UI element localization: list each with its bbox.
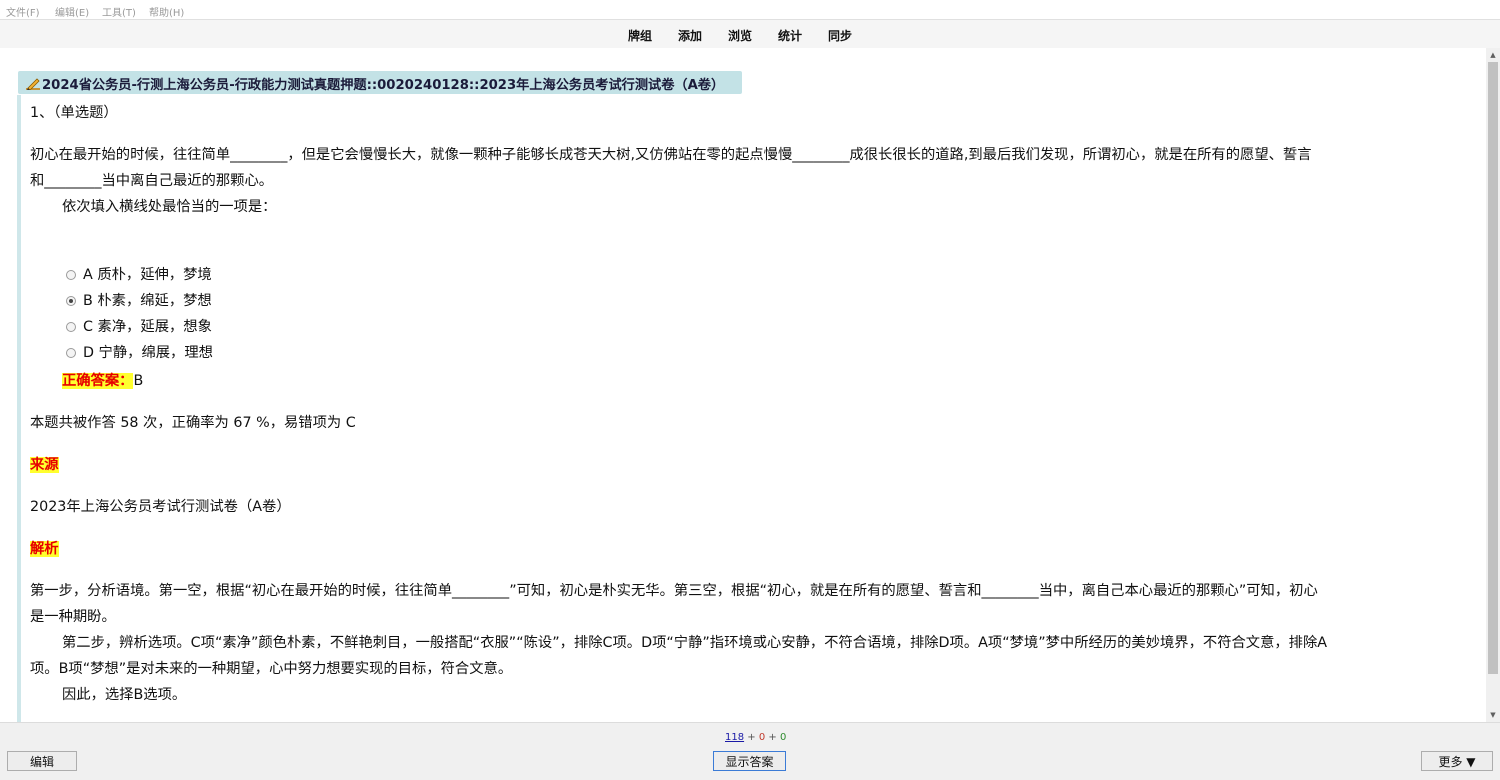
- toolbar-stats[interactable]: 统计: [778, 27, 802, 44]
- option-a[interactable]: A 质朴，延伸，梦境: [66, 263, 212, 284]
- main-toolbar: 牌组 添加 浏览 统计 同步: [0, 19, 1500, 49]
- question-prompt: 依次填入横线处最恰当的一项是：: [62, 199, 277, 215]
- option-c-label: C 素净，延展，想象: [83, 319, 212, 335]
- due-counts: 118 + 0 + 0: [725, 732, 786, 743]
- radio-icon[interactable]: [66, 270, 76, 280]
- analysis-p3: 因此，选择B选项。: [62, 687, 187, 703]
- card-view: 2024省公务员-行测上海公务员-行政能力测试真题押题::0020240128:…: [0, 48, 1486, 722]
- answer-stats: 本题共被作答 58 次，正确率为 67 %，易错项为 C: [30, 415, 356, 431]
- option-b-label: B 朴素，绵延，梦想: [83, 293, 212, 309]
- count-new[interactable]: 118: [725, 732, 744, 743]
- analysis-p2-line1: 第二步，辨析选项。C项“素净”颜色朴素，不鲜艳刺目，一般搭配“衣服”“陈设”，排…: [62, 635, 1328, 651]
- correct-answer-label: 正确答案：: [62, 373, 134, 389]
- plus-sign: +: [768, 732, 777, 743]
- more-button[interactable]: 更多 ▼: [1421, 751, 1493, 771]
- toolbar-browse[interactable]: 浏览: [728, 27, 752, 44]
- radio-icon[interactable]: [66, 322, 76, 332]
- scroll-up-icon[interactable]: ▲: [1486, 48, 1500, 62]
- scroll-down-icon[interactable]: ▼: [1486, 708, 1500, 722]
- menu-tools[interactable]: 工具(T): [102, 4, 136, 19]
- menu-file[interactable]: 文件(F): [6, 4, 40, 19]
- menu-bar: 文件(F) 编辑(E) 工具(T) 帮助(H): [0, 0, 1500, 19]
- deck-title-bar: 2024省公务员-行测上海公务员-行政能力测试真题押题::0020240128:…: [18, 71, 742, 94]
- correct-answer: 正确答案：B: [62, 369, 143, 390]
- radio-icon[interactable]: [66, 348, 76, 358]
- count-review: 0: [780, 732, 787, 743]
- scrollbar-thumb[interactable]: [1488, 62, 1498, 674]
- option-a-label: A 质朴，延伸，梦境: [83, 267, 212, 283]
- edit-button[interactable]: 编辑: [7, 751, 77, 771]
- question-stem-line2: 和________当中离自己最近的那颗心。: [30, 173, 274, 189]
- option-c[interactable]: C 素净，延展，想象: [66, 315, 212, 336]
- option-d[interactable]: D 宁静，绵展，理想: [66, 341, 213, 362]
- menu-edit[interactable]: 编辑(E): [55, 4, 89, 19]
- source-label: 来源: [30, 457, 59, 473]
- menu-help[interactable]: 帮助(H): [149, 4, 184, 19]
- source-text: 2023年上海公务员考试行测试卷（A卷）: [30, 499, 291, 515]
- option-b[interactable]: B 朴素，绵延，梦想: [66, 289, 212, 310]
- correct-answer-value: B: [133, 373, 144, 389]
- source-heading: 来源: [30, 453, 59, 474]
- toolbar-sync[interactable]: 同步: [828, 27, 852, 44]
- analysis-heading: 解析: [30, 537, 59, 558]
- bottom-bar: 118 + 0 + 0 编辑 显示答案 更多 ▼: [0, 722, 1500, 780]
- toolbar-decks[interactable]: 牌组: [628, 27, 652, 44]
- analysis-p1-line1: 第一步，分析语境。第一空，根据“初心在最开始的时候，往往简单________”可…: [30, 583, 1318, 599]
- toolbar-add[interactable]: 添加: [678, 27, 702, 44]
- analysis-p1-line2: 是一种期盼。: [30, 609, 116, 625]
- analysis-label: 解析: [30, 541, 59, 557]
- analysis-p2-line2: 项。B项“梦想”是对未来的一种期望，心中努力想要实现的目标，符合文意。: [30, 661, 513, 677]
- count-learn: 0: [758, 732, 766, 743]
- question-type: 1、（单选题）: [30, 105, 118, 121]
- card-left-border: [17, 95, 21, 722]
- pencil-icon: [25, 75, 41, 94]
- radio-checked-icon[interactable]: [66, 296, 76, 306]
- option-d-label: D 宁静，绵展，理想: [83, 345, 213, 361]
- question-stem-line1: 初心在最开始的时候，往往简单________，但是它会慢慢长大，就像一颗种子能够…: [30, 147, 1312, 163]
- plus-sign: +: [747, 732, 756, 743]
- vertical-scrollbar[interactable]: ▲ ▼: [1486, 48, 1500, 722]
- show-answer-button[interactable]: 显示答案: [713, 751, 786, 771]
- deck-title: 2024省公务员-行测上海公务员-行政能力测试真题押题::0020240128:…: [42, 78, 725, 93]
